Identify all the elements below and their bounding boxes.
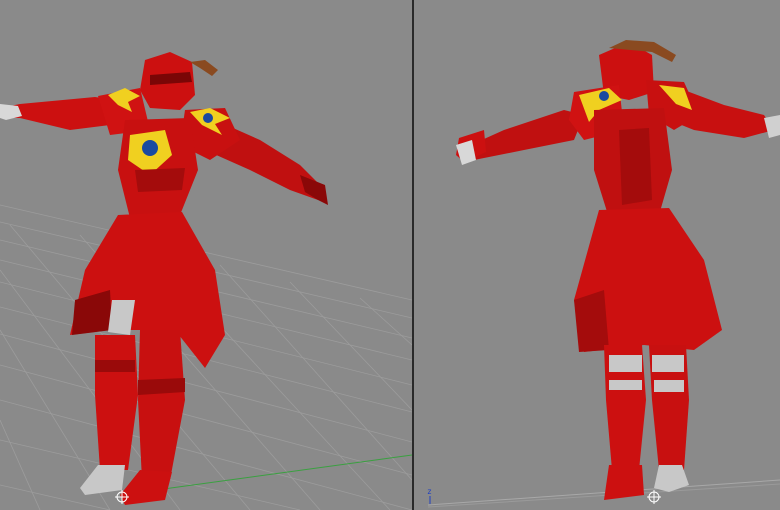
axis-indicator-label: z	[427, 487, 432, 496]
rear-scene	[427, 40, 780, 508]
rear-viewport[interactable]: z	[414, 0, 780, 510]
character-model-front[interactable]	[0, 52, 328, 505]
ground-line-2	[427, 483, 780, 508]
ground-line	[427, 479, 780, 506]
perspective-viewport[interactable]	[0, 0, 412, 510]
viewport-area: z	[0, 0, 780, 510]
perspective-scene	[0, 52, 412, 510]
character-model-back[interactable]	[456, 40, 780, 500]
